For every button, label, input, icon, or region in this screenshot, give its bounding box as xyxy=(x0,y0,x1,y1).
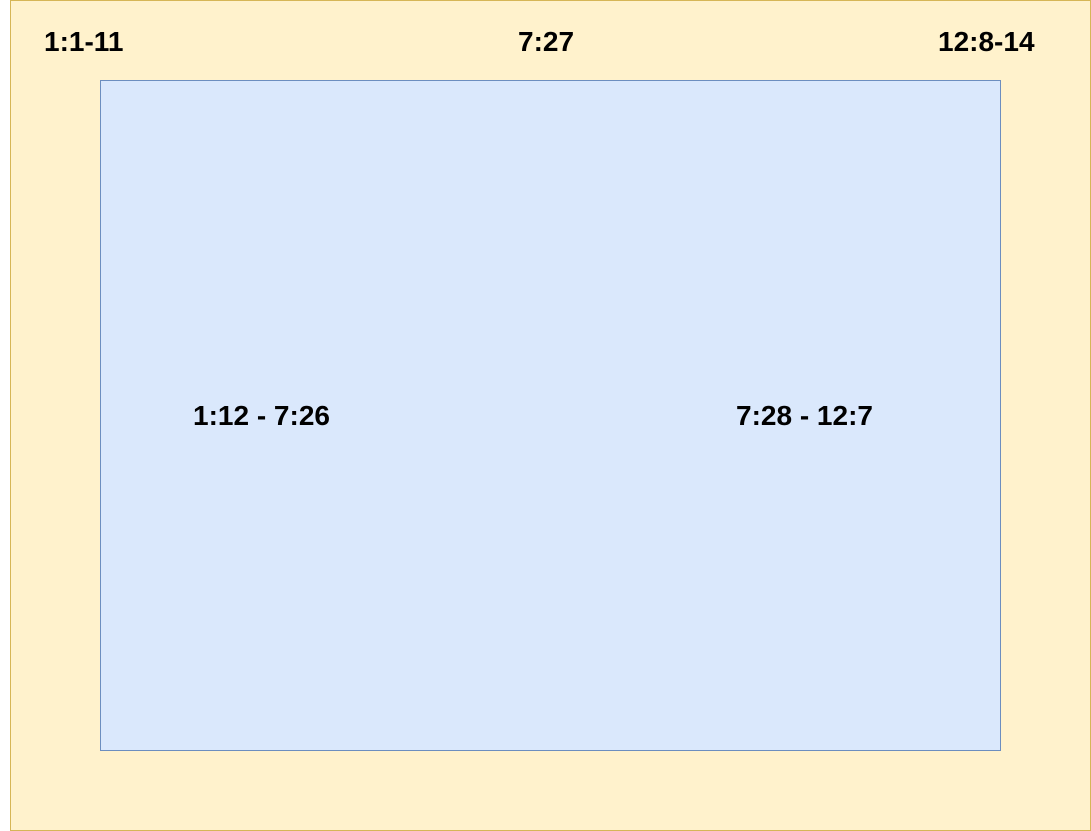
label-middle-right: 7:28 - 12:7 xyxy=(736,400,873,431)
label-top-center: 7:27 xyxy=(518,26,575,57)
label-middle-left: 1:12 - 7:26 xyxy=(193,400,330,431)
label-top-right: 12:8-14 xyxy=(938,26,1035,57)
label-top-left: 1:1-11 xyxy=(44,26,124,57)
